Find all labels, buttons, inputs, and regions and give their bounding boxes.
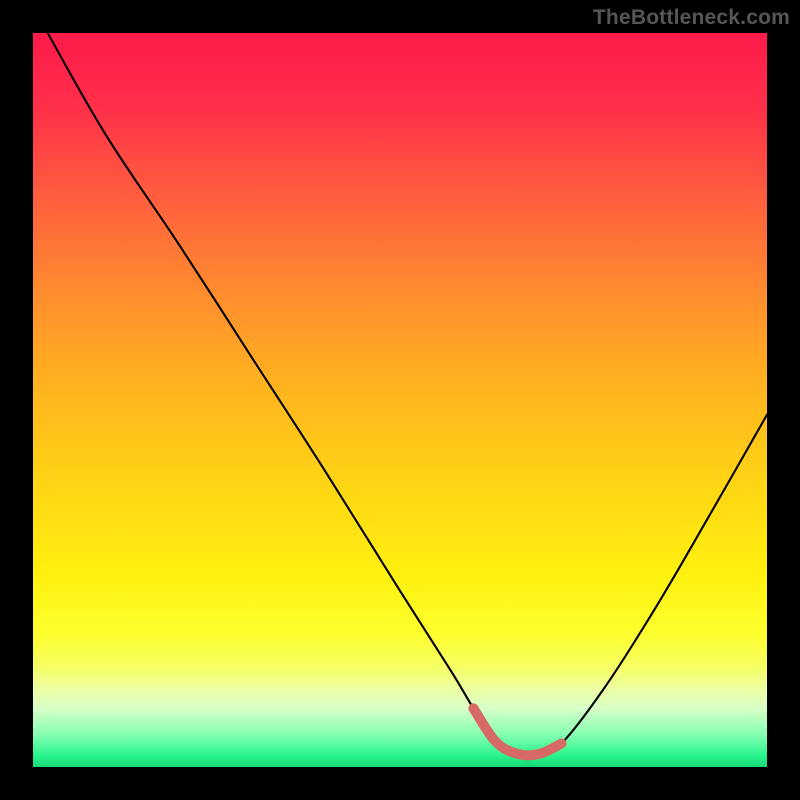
chart-frame: TheBottleneck.com [0, 0, 800, 800]
attribution-label: TheBottleneck.com [593, 6, 790, 30]
optimal-range-marker [473, 708, 561, 755]
bottleneck-curve [33, 33, 767, 767]
plot-area [33, 33, 767, 767]
